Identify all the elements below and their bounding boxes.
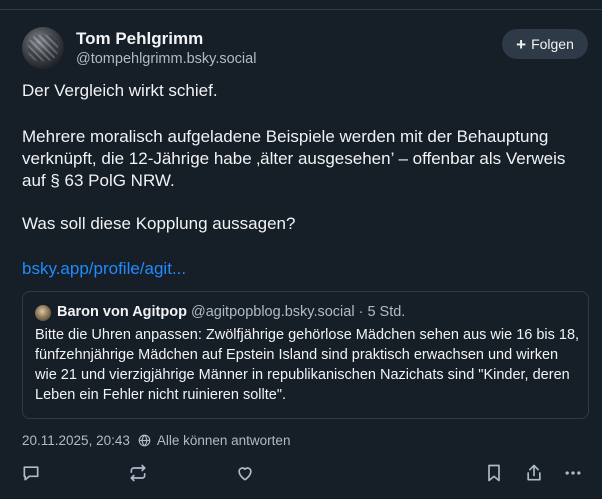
post-link[interactable]: bsky.app/profile/agit... (22, 258, 186, 280)
post-timestamp: 20.11.2025, 20:43 (22, 433, 130, 448)
more-button[interactable] (562, 462, 584, 484)
repost-button[interactable] (127, 462, 149, 484)
reply-setting-label: Alle können antworten (156, 433, 291, 448)
reply-icon (23, 466, 39, 481)
quoted-author-handle: @agitpopblog.bsky.social (190, 304, 355, 320)
follow-label: Folgen (531, 36, 574, 52)
globe-icon (138, 434, 151, 447)
author-handle[interactable]: @tompehlgrimm.bsky.social (76, 51, 256, 67)
reply-setting[interactable]: Alle können antworten (138, 433, 291, 448)
quoted-author-avatar (35, 305, 51, 321)
post-meta: 20.11.2025, 20:43 Alle können antworten (22, 433, 290, 448)
quoted-post-text: Bitte die Uhren anpassen: Zwölfjährige g… (35, 327, 580, 403)
repost-icon (130, 464, 146, 482)
like-button[interactable] (234, 462, 256, 484)
post-paragraph: Mehrere moralisch aufgeladene Beispiele … (22, 127, 566, 190)
quoted-author-name: Baron von Agitpop (57, 304, 187, 320)
author-name[interactable]: Tom Pehlgrimm (76, 29, 203, 49)
author-avatar[interactable] (22, 27, 64, 69)
quoted-post[interactable]: Baron von Agitpop @agitpopblog.bsky.soci… (22, 291, 589, 419)
post-paragraph: Der Vergleich wirkt schief. (22, 81, 218, 100)
post-paragraph: Was soll diese Kopplung aussagen? (22, 214, 296, 233)
share-button[interactable] (523, 462, 545, 484)
share-icon (527, 464, 541, 481)
quoted-post-header: Baron von Agitpop @agitpopblog.bsky.soci… (57, 304, 405, 320)
more-icon (565, 471, 581, 475)
reply-button[interactable] (20, 462, 42, 484)
action-bar (0, 462, 602, 486)
bookmark-button[interactable] (483, 462, 505, 484)
quoted-post-age: 5 Std. (367, 304, 406, 320)
like-icon (238, 467, 252, 481)
top-divider (0, 9, 602, 10)
plus-icon: + (516, 34, 527, 54)
quoted-separator: · (354, 304, 368, 320)
follow-button[interactable]: + Folgen (502, 29, 588, 59)
bookmark-icon (488, 464, 500, 482)
